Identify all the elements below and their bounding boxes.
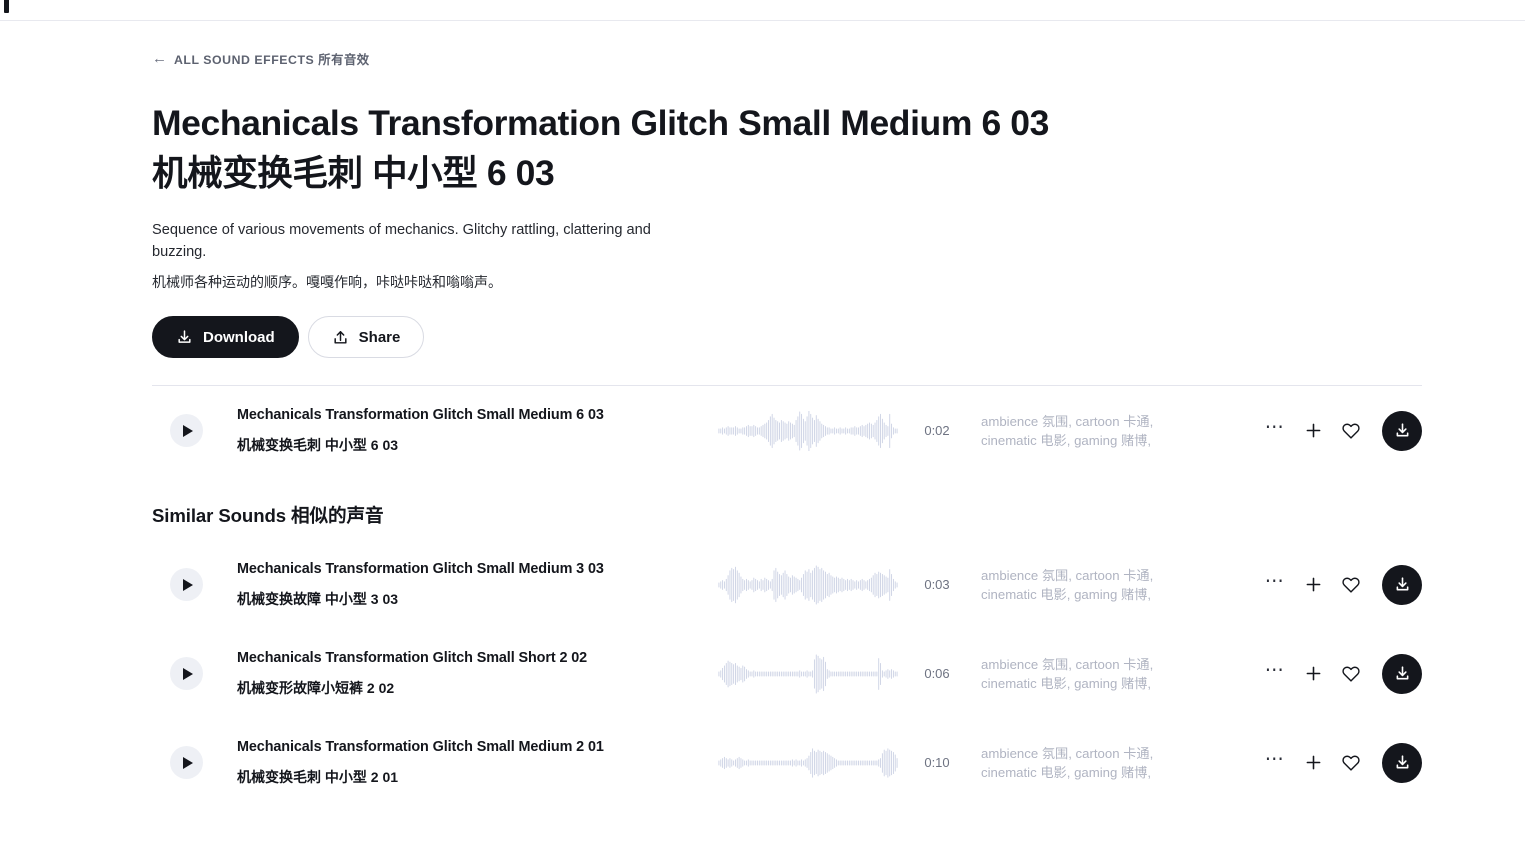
ellipsis-icon[interactable]: ⋯ <box>1256 655 1294 693</box>
track-duration: 0:06 <box>924 666 950 681</box>
play-icon[interactable] <box>170 746 203 779</box>
track-title-en: Mechanicals Transformation Glitch Small … <box>237 649 588 666</box>
heart-outline-icon[interactable] <box>1332 566 1370 604</box>
page-title: Mechanicals Transformation Glitch Small … <box>152 98 1252 198</box>
arrow-left-icon: ← <box>152 50 167 67</box>
download-circle-icon[interactable] <box>1382 564 1422 605</box>
breadcrumb-label: ALL SOUND EFFECTS 所有音效 <box>174 53 370 67</box>
top-bar <box>0 0 1525 21</box>
row-actions: ⋯ <box>1256 410 1422 451</box>
track-title[interactable]: Mechanicals Transformation Glitch Small … <box>237 650 707 698</box>
track-tags-line2: cinematic 电影, gaming 赌博, <box>981 432 1152 448</box>
track-tags-line2: cinematic 电影, gaming 赌博, <box>981 764 1152 780</box>
ellipsis-icon[interactable]: ⋯ <box>1256 412 1294 450</box>
heart-outline-icon[interactable] <box>1332 655 1370 693</box>
track-tags[interactable]: ambience 氛围, cartoon 卡通, cinematic 电影, g… <box>981 744 1196 782</box>
track-tags[interactable]: ambience 氛围, cartoon 卡通, cinematic 电影, g… <box>981 566 1196 604</box>
track-duration: 0:03 <box>924 577 950 592</box>
play-icon[interactable] <box>170 414 203 447</box>
track-title-cn: 机械变换故障 中小型 3 03 <box>237 590 399 607</box>
play-icon[interactable] <box>170 568 203 601</box>
share-button[interactable]: Share <box>307 316 425 358</box>
audio-waveform[interactable] <box>718 564 898 605</box>
track-title-en: Mechanicals Transformation Glitch Small … <box>237 560 604 577</box>
track-tags-line1: ambience 氛围, cartoon 卡通, <box>981 656 1154 672</box>
row-actions: ⋯ <box>1256 653 1422 694</box>
similar-sounds-heading: Similar Sounds 相似的声音 <box>152 505 384 526</box>
table-row[interactable]: Mechanicals Transformation Glitch Small … <box>152 718 1525 807</box>
heart-outline-icon[interactable] <box>1332 744 1370 782</box>
download-button[interactable]: Download <box>152 316 299 358</box>
plus-icon[interactable] <box>1294 744 1332 782</box>
track-title-cn: 机械变换毛刺 中小型 2 01 <box>237 768 399 785</box>
share-button-label: Share <box>358 328 401 346</box>
track-tags[interactable]: ambience 氛围, cartoon 卡通, cinematic 电影, g… <box>981 655 1196 693</box>
page-title-en: Mechanicals Transformation Glitch Small … <box>152 103 1049 143</box>
track-duration: 0:02 <box>924 423 950 438</box>
share-upload-icon <box>332 329 349 346</box>
similar-track-list: Mechanicals Transformation Glitch Small … <box>152 540 1525 807</box>
audio-waveform[interactable] <box>718 743 898 783</box>
table-row[interactable]: Mechanicals Transformation Glitch Small … <box>152 629 1525 718</box>
row-actions: ⋯ <box>1256 742 1422 783</box>
page-title-cn: 机械变换毛刺 中小型 6 03 <box>152 153 555 193</box>
plus-icon[interactable] <box>1294 566 1332 604</box>
track-title-en: Mechanicals Transformation Glitch Small … <box>237 738 604 755</box>
row-actions: ⋯ <box>1256 564 1422 605</box>
track-tags[interactable]: ambience 氛围, cartoon 卡通, cinematic 电影, g… <box>981 412 1196 450</box>
download-circle-icon[interactable] <box>1382 653 1422 694</box>
primary-actions: Download Share <box>152 316 1525 358</box>
table-row[interactable]: Mechanicals Transformation Glitch Small … <box>152 386 1525 475</box>
track-title-cn: 机械变换毛刺 中小型 6 03 <box>237 436 399 453</box>
heart-outline-icon[interactable] <box>1332 412 1370 450</box>
breadcrumb-all-sound-effects[interactable]: ← ALL SOUND EFFECTS 所有音效 <box>152 50 370 68</box>
track-title[interactable]: Mechanicals Transformation Glitch Small … <box>237 739 707 787</box>
description-en: Sequence of various movements of mechani… <box>152 222 651 260</box>
track-tags-line1: ambience 氛围, cartoon 卡通, <box>981 745 1154 761</box>
download-icon <box>176 329 193 346</box>
description-cn: 机械师各种运动的顺序。嘎嘎作响，咔哒咔哒和嗡嗡声。 <box>152 274 502 290</box>
track-title[interactable]: Mechanicals Transformation Glitch Small … <box>237 407 707 455</box>
audio-waveform[interactable] <box>718 410 898 451</box>
track-title-cn: 机械变形故障小短裤 2 02 <box>237 679 395 696</box>
ellipsis-icon[interactable]: ⋯ <box>1256 566 1294 604</box>
download-circle-icon[interactable] <box>1382 742 1422 783</box>
track-title[interactable]: Mechanicals Transformation Glitch Small … <box>237 561 707 609</box>
track-tags-line2: cinematic 电影, gaming 赌博, <box>981 675 1152 691</box>
play-icon[interactable] <box>170 657 203 690</box>
track-duration: 0:10 <box>924 755 950 770</box>
logo-mark-icon[interactable] <box>4 0 9 13</box>
page-content: ← ALL SOUND EFFECTS 所有音效 Mechanicals Tra… <box>0 50 1525 807</box>
track-title-en: Mechanicals Transformation Glitch Small … <box>237 406 604 423</box>
plus-icon[interactable] <box>1294 412 1332 450</box>
track-tags-line1: ambience 氛围, cartoon 卡通, <box>981 413 1154 429</box>
download-circle-icon[interactable] <box>1382 410 1422 451</box>
table-row[interactable]: Mechanicals Transformation Glitch Small … <box>152 540 1525 629</box>
download-button-label: Download <box>203 328 275 346</box>
track-tags-line2: cinematic 电影, gaming 赌博, <box>981 586 1152 602</box>
audio-waveform[interactable] <box>718 653 898 694</box>
main-track-list: Mechanicals Transformation Glitch Small … <box>152 386 1525 475</box>
plus-icon[interactable] <box>1294 655 1332 693</box>
ellipsis-icon[interactable]: ⋯ <box>1256 744 1294 782</box>
track-tags-line1: ambience 氛围, cartoon 卡通, <box>981 567 1154 583</box>
